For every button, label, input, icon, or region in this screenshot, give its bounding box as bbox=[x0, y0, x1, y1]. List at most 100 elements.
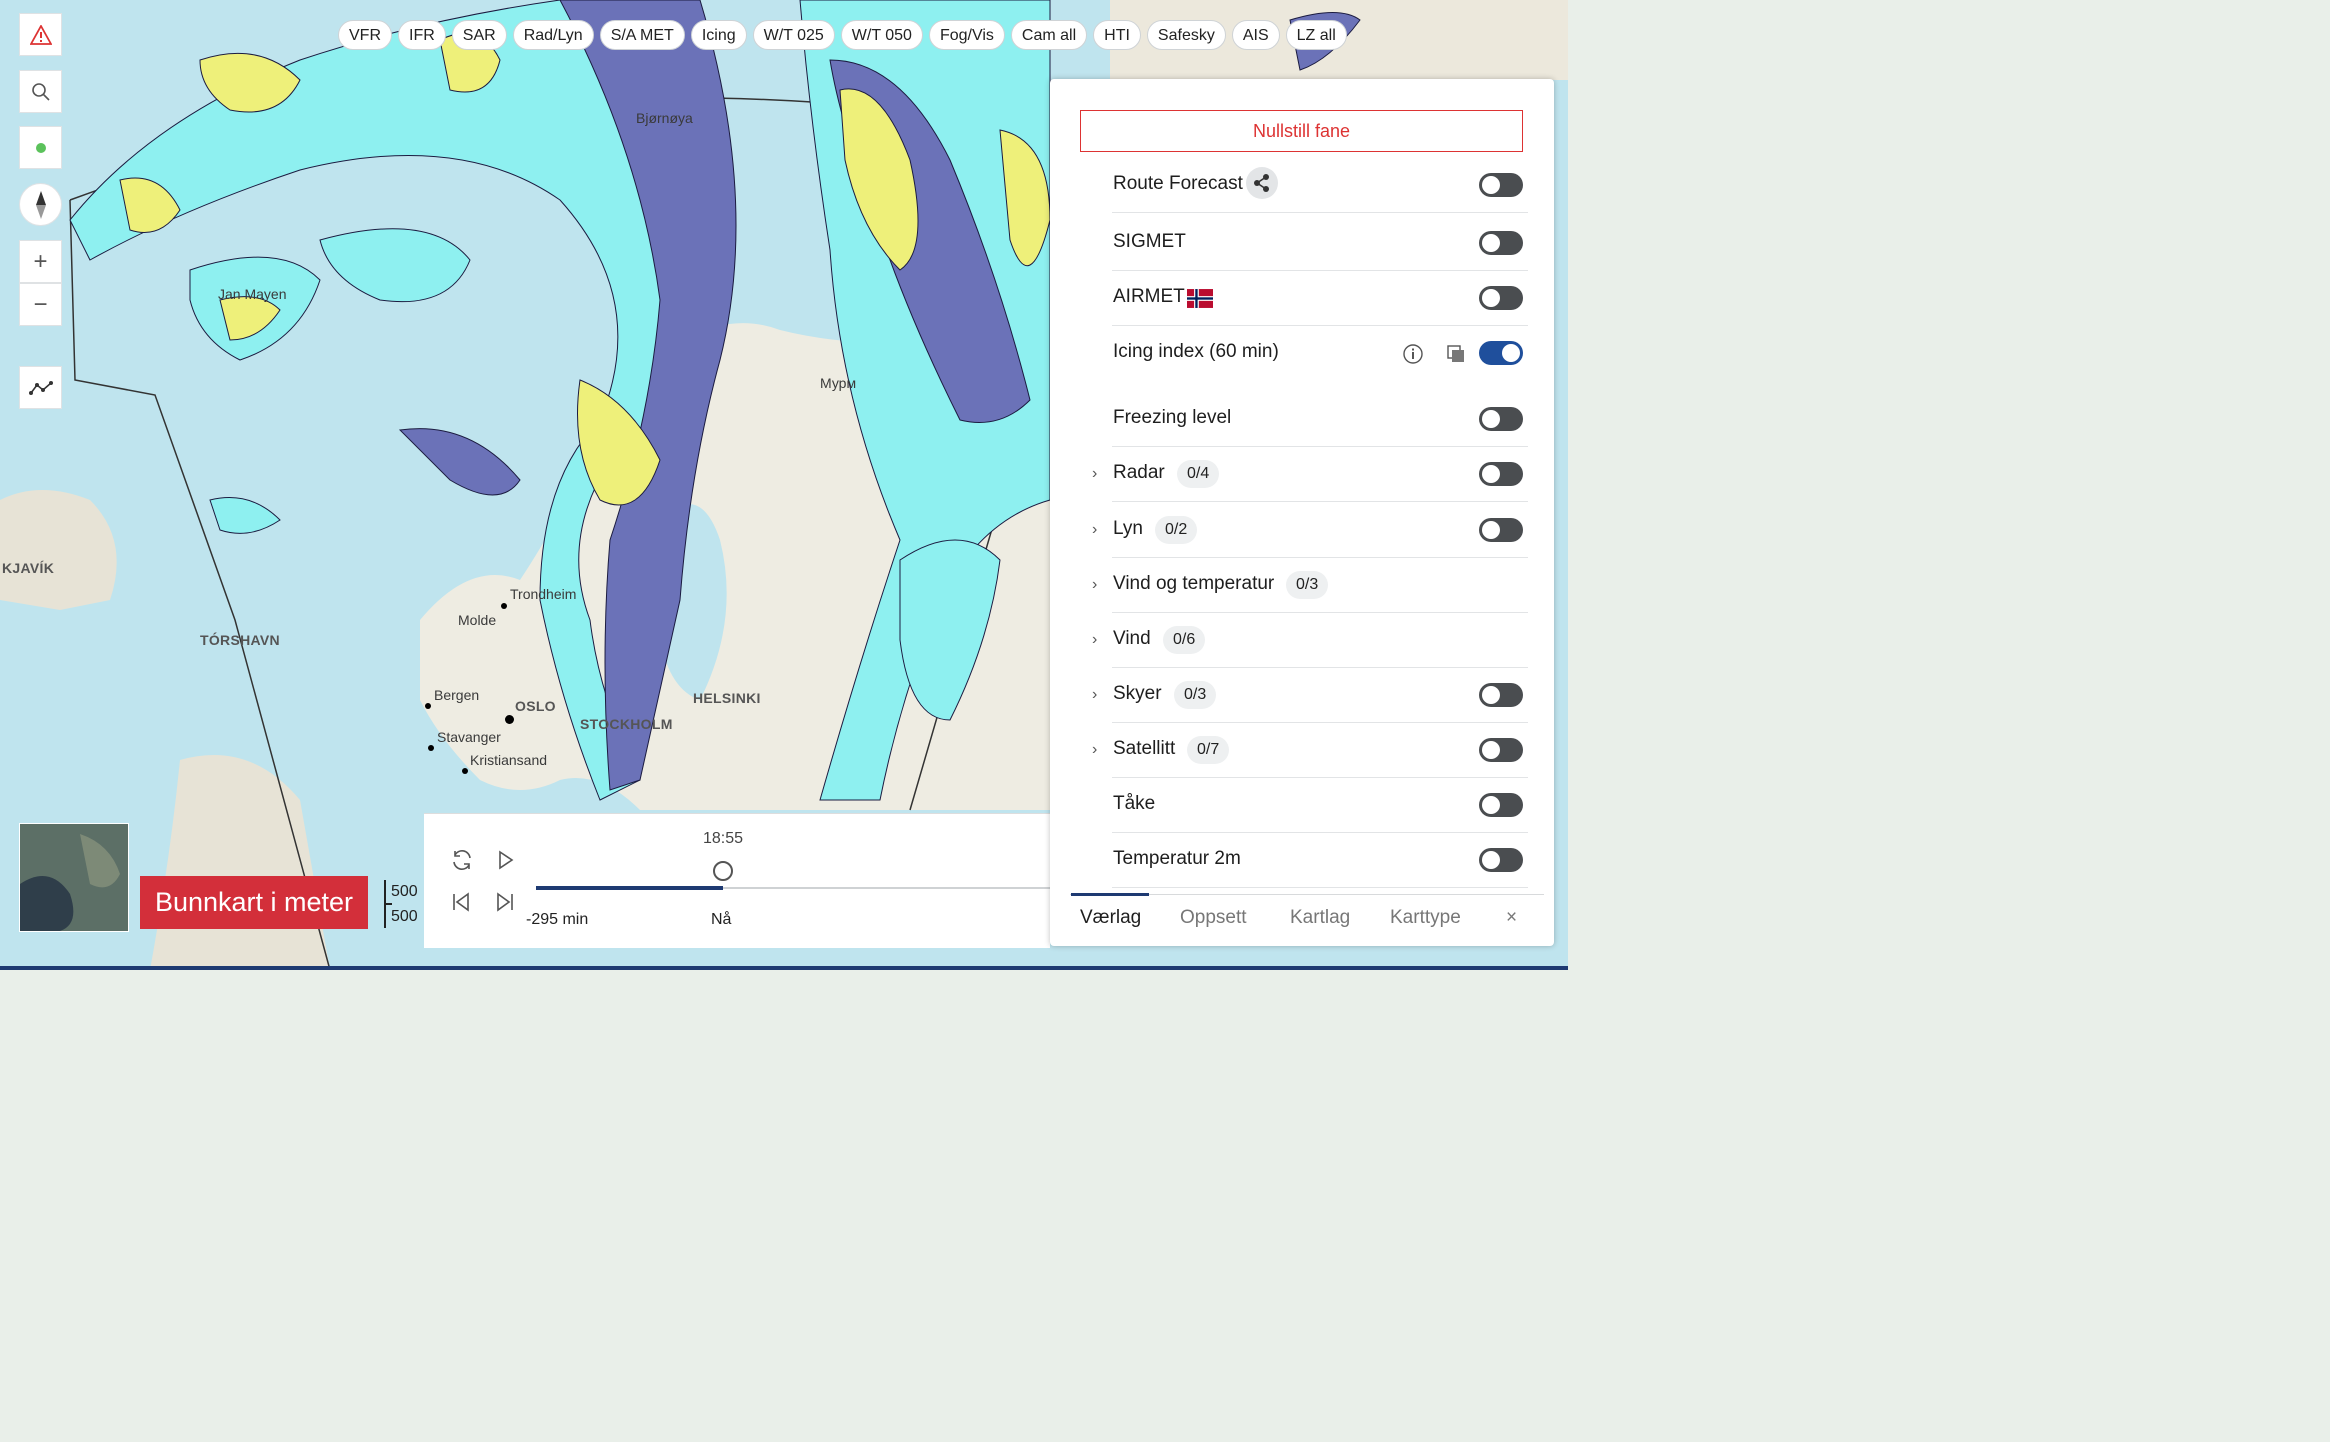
layer-name: Skyer bbox=[1113, 683, 1162, 704]
step-back-icon[interactable] bbox=[450, 892, 472, 912]
place-label-kristiansand: Kristiansand bbox=[470, 752, 548, 768]
layer-row-skyer[interactable]: › Skyer 0/3 bbox=[1092, 668, 1528, 723]
route-tool-button[interactable] bbox=[19, 366, 62, 409]
toggle-knob bbox=[1482, 521, 1500, 539]
layer-toggle[interactable] bbox=[1479, 341, 1523, 365]
place-label-murmansk: Мурм bbox=[820, 375, 857, 391]
layer-toggle[interactable] bbox=[1479, 793, 1523, 817]
toggle-knob bbox=[1482, 686, 1500, 704]
toggle-knob bbox=[1482, 410, 1500, 428]
tab-map-layers[interactable]: Kartlag bbox=[1290, 907, 1350, 929]
chip-rad-lyn[interactable]: Rad/Lyn bbox=[512, 20, 594, 50]
layer-count-badge: 0/4 bbox=[1177, 460, 1220, 488]
toggle-knob bbox=[1502, 344, 1520, 362]
chip-icing[interactable]: Icing bbox=[690, 20, 747, 50]
info-icon[interactable] bbox=[1402, 343, 1424, 370]
current-time-label: 18:55 bbox=[703, 830, 744, 847]
layer-name: Route Forecast bbox=[1113, 173, 1243, 194]
share-icon[interactable] bbox=[1246, 167, 1278, 199]
chip-ifr[interactable]: IFR bbox=[398, 20, 446, 50]
chip-hti[interactable]: HTI bbox=[1093, 20, 1141, 50]
reset-tab-button[interactable]: Nullstill fane bbox=[1080, 110, 1523, 152]
warning-triangle-icon bbox=[29, 24, 52, 45]
warning-button[interactable] bbox=[19, 13, 62, 56]
layer-toggle[interactable] bbox=[1479, 518, 1523, 542]
layer-name: AIRMET bbox=[1113, 286, 1185, 307]
layer-row-freezing-level[interactable]: Freezing level bbox=[1112, 392, 1528, 447]
layer-name: Radar bbox=[1113, 462, 1165, 483]
search-button[interactable] bbox=[19, 70, 62, 113]
toggle-knob bbox=[1482, 465, 1500, 483]
layer-toggle[interactable] bbox=[1479, 848, 1523, 872]
location-button[interactable] bbox=[19, 126, 62, 169]
layer-row-lyn[interactable]: › Lyn 0/2 bbox=[1092, 503, 1528, 558]
location-dot-icon bbox=[35, 142, 46, 153]
zoom-out-button[interactable]: − bbox=[19, 283, 62, 326]
layer-row-temperatur-2m[interactable]: Temperatur 2m bbox=[1112, 833, 1528, 888]
layer-row-sigmet[interactable]: SIGMET bbox=[1112, 216, 1528, 271]
refresh-icon[interactable] bbox=[450, 848, 474, 872]
layer-row-radar[interactable]: › Radar 0/4 bbox=[1092, 447, 1528, 502]
place-label-molde: Molde bbox=[458, 612, 497, 628]
layer-row-vind-og-temperatur[interactable]: › Vind og temperatur 0/3 bbox=[1092, 558, 1528, 613]
chip-fog-vis[interactable]: Fog/Vis bbox=[928, 20, 1005, 50]
layer-count-badge: 0/7 bbox=[1187, 736, 1230, 764]
timeline-progress bbox=[536, 886, 723, 890]
place-label-reykjavik: KJAVÍK bbox=[2, 560, 55, 576]
chevron-right-icon[interactable]: › bbox=[1092, 741, 1097, 759]
layer-count-badge: 0/2 bbox=[1155, 516, 1198, 544]
layer-panel: Nullstill fane Route Forecast SIGMET AIRME… bbox=[1050, 79, 1554, 946]
chevron-right-icon[interactable]: › bbox=[1092, 521, 1097, 539]
play-icon[interactable] bbox=[498, 850, 514, 870]
layer-row-tåke[interactable]: Tåke bbox=[1112, 778, 1528, 833]
basemap-banner: Bunnkart i meter bbox=[140, 876, 368, 929]
layer-count-badge: 0/3 bbox=[1174, 681, 1217, 709]
layer-toggle[interactable] bbox=[1479, 683, 1523, 707]
chip-sar[interactable]: SAR bbox=[451, 20, 507, 50]
layer-row-icing-index-60-min[interactable]: Icing index (60 min) bbox=[1112, 326, 1528, 381]
copy-layer-icon[interactable] bbox=[1445, 343, 1467, 370]
chevron-right-icon[interactable]: › bbox=[1092, 631, 1097, 649]
layer-count-badge: 0/6 bbox=[1163, 626, 1206, 654]
chip-vfr[interactable]: VFR bbox=[338, 20, 392, 50]
active-tab-indicator bbox=[1071, 893, 1149, 896]
layer-row-satellitt[interactable]: › Satellitt 0/7 bbox=[1092, 723, 1528, 778]
toggle-knob bbox=[1482, 289, 1500, 307]
chip-ais[interactable]: AIS bbox=[1231, 20, 1280, 50]
place-label-bjornoya: Bjørnøya bbox=[636, 110, 693, 126]
zoom-in-button[interactable]: + bbox=[19, 240, 62, 283]
toggle-knob bbox=[1482, 234, 1500, 252]
chip-lz-all[interactable]: LZ all bbox=[1285, 20, 1347, 50]
chevron-right-icon[interactable]: › bbox=[1092, 686, 1097, 704]
layer-toggle[interactable] bbox=[1479, 738, 1523, 762]
step-forward-icon[interactable] bbox=[494, 892, 516, 912]
chevron-right-icon[interactable]: › bbox=[1092, 465, 1097, 483]
place-label-torshavn: TÓRSHAVN bbox=[200, 632, 280, 648]
city-dot-oslo bbox=[505, 715, 514, 724]
basemap-thumbnail[interactable] bbox=[19, 823, 129, 932]
tab-map-type[interactable]: Karttype bbox=[1390, 907, 1461, 929]
timeline-handle[interactable] bbox=[713, 861, 733, 881]
layer-row-vind[interactable]: › Vind 0/6 bbox=[1092, 613, 1528, 668]
close-panel-button[interactable]: × bbox=[1506, 907, 1517, 929]
layer-toggle[interactable] bbox=[1479, 462, 1523, 486]
chevron-right-icon[interactable]: › bbox=[1092, 576, 1097, 594]
layer-name: SIGMET bbox=[1113, 231, 1186, 252]
layer-toggle[interactable] bbox=[1479, 286, 1523, 310]
layer-toggle[interactable] bbox=[1479, 407, 1523, 431]
layer-row-route-forecast[interactable]: Route Forecast bbox=[1112, 158, 1528, 213]
chip-w-t-050[interactable]: W/T 050 bbox=[840, 20, 923, 50]
chip-cam-all[interactable]: Cam all bbox=[1010, 20, 1088, 50]
tab-weather-layers[interactable]: Værlag bbox=[1080, 907, 1141, 929]
timeline-track[interactable] bbox=[536, 886, 1050, 890]
chip-w-t-025[interactable]: W/T 025 bbox=[752, 20, 835, 50]
layer-row-airmet[interactable]: AIRMET bbox=[1112, 271, 1528, 326]
tab-setup[interactable]: Oppsett bbox=[1180, 907, 1247, 929]
compass-button[interactable] bbox=[19, 183, 62, 226]
scale-top-label: 500 bbox=[391, 883, 418, 900]
chip-s-a-met[interactable]: S/A MET bbox=[599, 20, 685, 50]
layer-toggle[interactable] bbox=[1479, 173, 1523, 197]
place-label-jan-mayen: Jan Mayen bbox=[218, 286, 287, 302]
layer-toggle[interactable] bbox=[1479, 231, 1523, 255]
chip-safesky[interactable]: Safesky bbox=[1146, 20, 1226, 50]
